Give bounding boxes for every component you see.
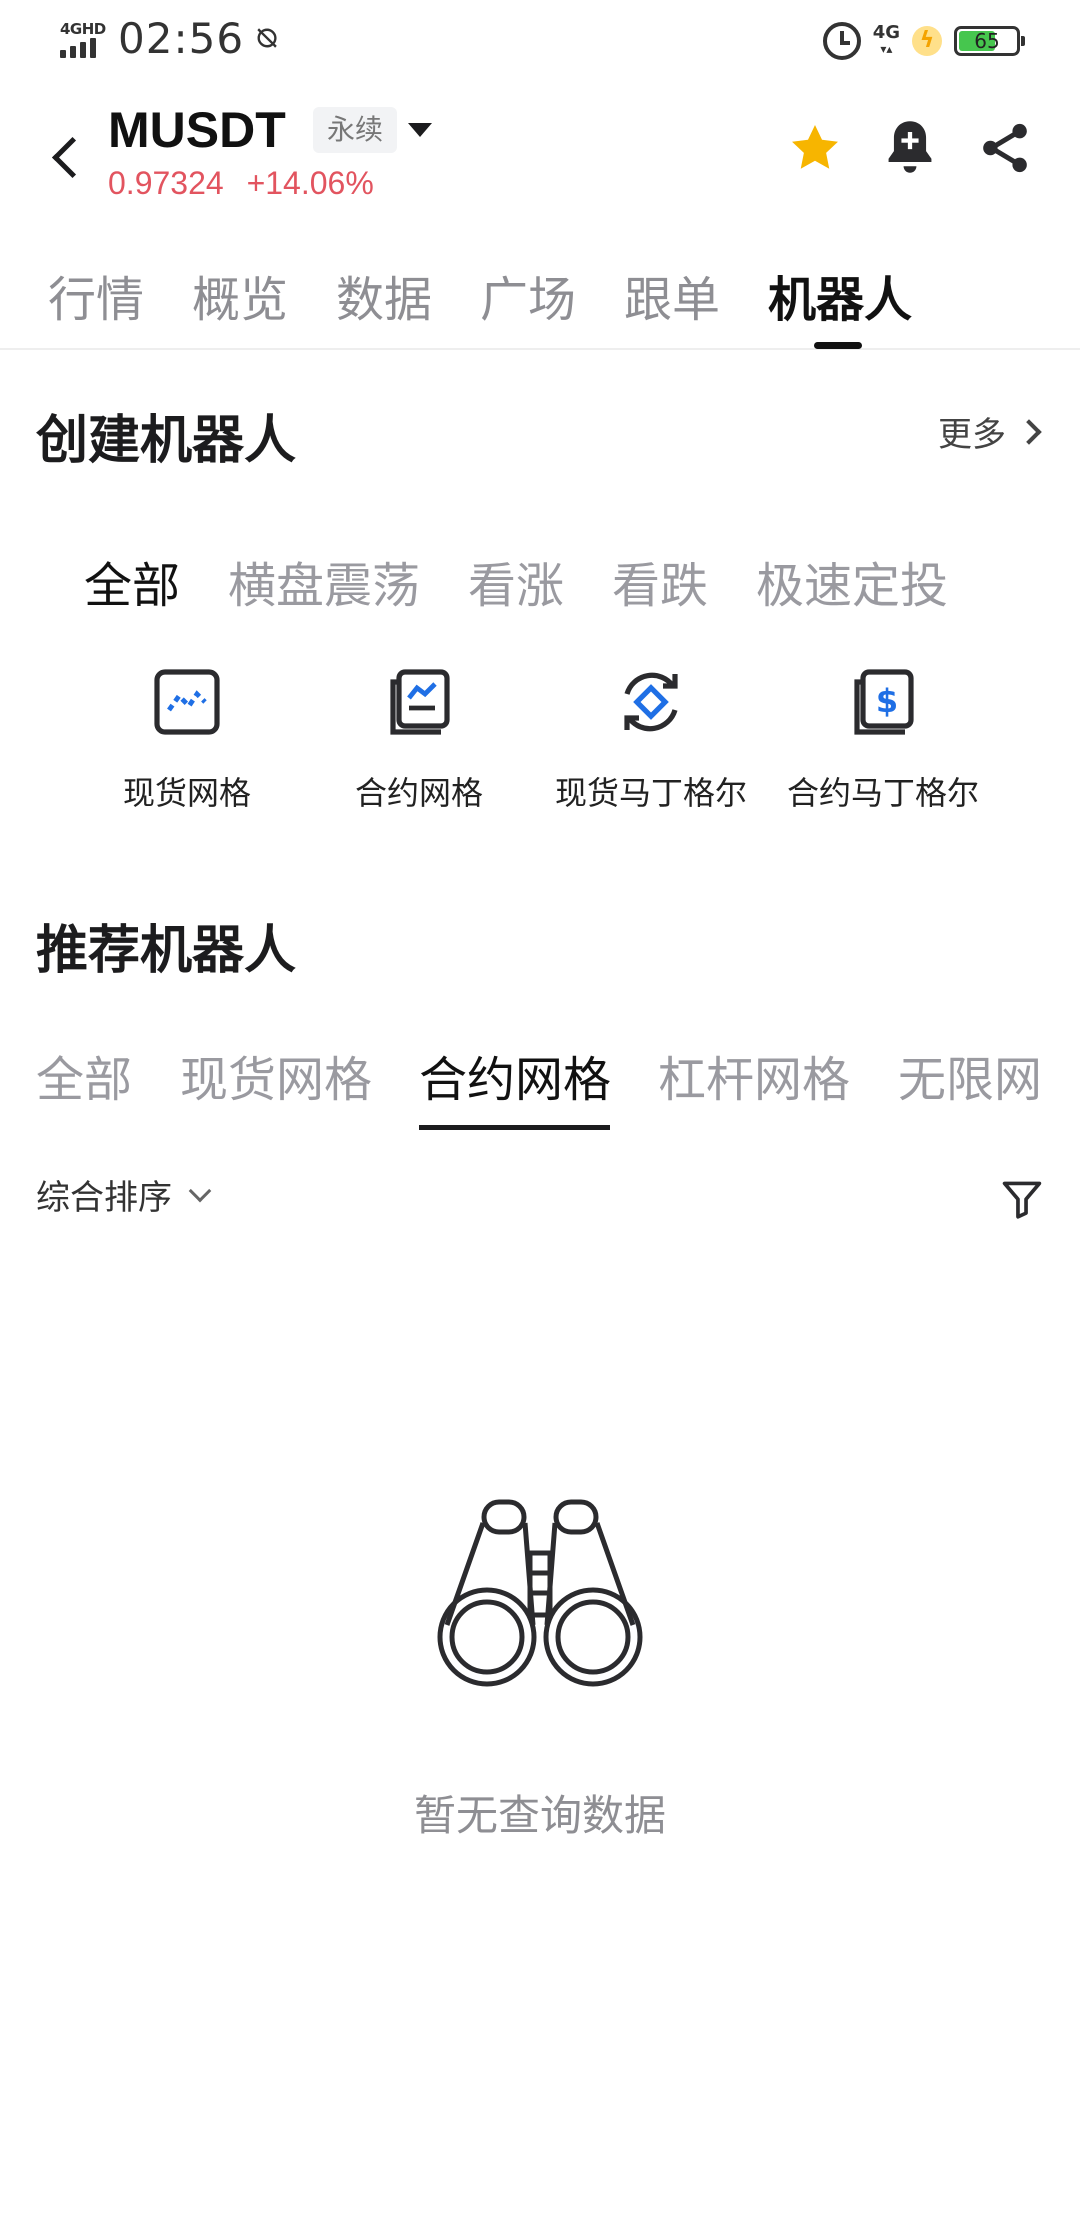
chevron-right-icon [1016, 418, 1042, 445]
category-sideways[interactable]: 横盘震荡 [228, 546, 420, 616]
bot-type-futures-grid[interactable]: 合约网格 [309, 668, 529, 814]
bot-type-spot-grid[interactable]: 现货网格 [77, 668, 297, 814]
notification-icon: ⍉ [258, 21, 277, 56]
symbol-dropdown-icon[interactable] [408, 123, 432, 137]
category-all[interactable]: 全部 [84, 546, 180, 616]
sort-dropdown[interactable]: 综合排序 [36, 1170, 212, 1219]
rec-tab-spot-grid[interactable]: 现货网格 [180, 1040, 372, 1110]
tab-bots[interactable]: 机器人 [768, 260, 912, 330]
status-time: 02:56 [118, 14, 245, 63]
favorite-star-icon[interactable] [786, 119, 844, 177]
rec-tab-all[interactable]: 全部 [36, 1040, 132, 1110]
symbol-title[interactable]: MUSDT [108, 101, 286, 159]
binoculars-icon [437, 1499, 643, 1687]
price-alert-bell-icon[interactable] [884, 117, 936, 177]
svg-text:$: $ [876, 682, 898, 720]
share-icon[interactable] [978, 121, 1032, 175]
bot-type-grid: 现货网格 合约网格 现货马丁格尔 $ 合约马丁格尔 [0, 668, 1080, 818]
alarm-icon [822, 22, 861, 60]
bot-type-label: 现货马丁格尔 [554, 774, 747, 812]
filter-icon[interactable] [1000, 1176, 1044, 1222]
header: MUSDT 永续 0.97324 +14.06% [0, 95, 1080, 215]
price-line: 0.97324 +14.06% [108, 165, 374, 202]
futures-grid-icon [390, 669, 450, 735]
bot-type-label: 现货网格 [122, 774, 251, 812]
bot-type-label: 合约网格 [354, 774, 483, 812]
signal-icon: 4GHD [60, 16, 106, 62]
rec-tab-margin-grid[interactable]: 杠杆网格 [658, 1040, 850, 1110]
battery-level: 65 [974, 29, 1000, 53]
mobile-data-icon: 4G ▾▴ [872, 22, 900, 57]
category-fast-dca[interactable]: 极速定投 [756, 546, 948, 616]
category-bearish[interactable]: 看跌 [612, 546, 708, 616]
empty-state-text: 暂无查询数据 [413, 1791, 666, 1840]
price-change: +14.06% [246, 165, 374, 201]
futures-martingale-icon: $ [854, 669, 914, 735]
create-bot-title: 创建机器人 [36, 411, 297, 471]
rec-tab-infinity-grid[interactable]: 无限网 [898, 1040, 1042, 1110]
more-label: 更多 [938, 415, 1006, 455]
category-filter: 全部 横盘震荡 看涨 看跌 极速定投 [0, 546, 1080, 616]
sort-label: 综合排序 [36, 1178, 172, 1218]
network-label: 4GHD [60, 19, 106, 38]
bot-type-label: 合约马丁格尔 [786, 774, 979, 812]
chevron-down-icon [188, 1179, 212, 1202]
rec-tab-indicator [419, 1125, 610, 1130]
tab-market[interactable]: 行情 [48, 260, 144, 330]
tab-overview[interactable]: 概览 [192, 260, 288, 330]
battery-icon: 65 [954, 26, 1025, 56]
more-link[interactable]: 更多 [938, 407, 1042, 456]
category-bullish[interactable]: 看涨 [468, 546, 564, 616]
status-left: 4GHD 02:56 ⍉ [60, 14, 276, 63]
spot-martingale-icon [624, 672, 678, 732]
tab-square[interactable]: 广场 [480, 260, 576, 330]
last-price: 0.97324 [108, 165, 224, 201]
status-right: 4G ▾▴ ϟ 65 [822, 22, 1025, 60]
tab-copy-trading[interactable]: 跟单 [624, 260, 720, 330]
page: 4GHD 02:56 ⍉ 4G ▾▴ ϟ 65 MUSDT 永续 0.97324… [0, 0, 1080, 2214]
rec-tab-futures-grid[interactable]: 合约网格 [419, 1040, 611, 1110]
charging-icon: ϟ [912, 26, 942, 56]
status-bar: 4GHD 02:56 ⍉ 4G ▾▴ ϟ 65 [0, 0, 1080, 90]
bot-type-spot-martingale[interactable]: 现货马丁格尔 [541, 668, 761, 814]
tab-data[interactable]: 数据 [336, 260, 432, 330]
contract-type-tag: 永续 [313, 107, 398, 153]
active-tab-indicator [814, 342, 862, 349]
bot-type-futures-martingale[interactable]: $ 合约马丁格尔 [773, 668, 993, 814]
recommend-bot-title: 推荐机器人 [36, 921, 297, 981]
spot-grid-icon [154, 669, 220, 735]
back-icon[interactable] [44, 125, 88, 185]
main-tab-bar: 行情 概览 数据 广场 跟单 机器人 [0, 250, 1080, 350]
recommend-tab-bar: 全部 现货网格 合约网格 杠杆网格 无限网 [0, 1040, 1080, 1120]
